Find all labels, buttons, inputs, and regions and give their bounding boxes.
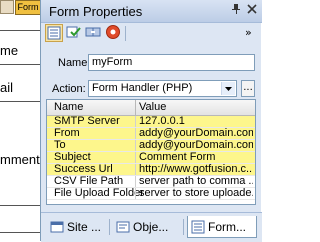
column-header-value[interactable]: Value [139, 101, 166, 113]
property-name: To [54, 139, 66, 151]
toolbar-separator [125, 26, 126, 41]
background-page: Form me ail mments [0, 0, 46, 241]
tab-objects[interactable]: Obje... [113, 216, 181, 238]
tab-separator [183, 219, 184, 235]
page-label-name: me [0, 43, 19, 58]
cell-divider [135, 176, 136, 187]
behaviors-icon[interactable] [65, 24, 83, 42]
name-field[interactable]: myForm [88, 54, 255, 71]
property-name: Subject [54, 151, 91, 163]
panel-titlebar: Form Properties [41, 0, 262, 23]
table-row[interactable]: File Upload Folder server to store upload… [47, 187, 255, 200]
property-name: CSV File Path [54, 175, 124, 187]
panel-title: Form Properties [49, 4, 143, 19]
panel-toolbar: » [45, 24, 258, 44]
help-icon[interactable] [105, 24, 123, 42]
cell-divider [135, 128, 136, 139]
tab-form[interactable]: Form... [187, 216, 257, 238]
tab-separator [109, 219, 110, 235]
column-divider[interactable] [135, 100, 136, 115]
divider [0, 232, 40, 233]
action-browse-button[interactable]: ... [241, 80, 255, 97]
action-select[interactable]: Form Handler (PHP) [88, 80, 237, 97]
property-value[interactable]: addy@yourDomain.com [139, 139, 253, 151]
background-control [0, 0, 14, 14]
divider [0, 101, 40, 102]
action-label: Action: [52, 83, 86, 95]
events-icon[interactable] [85, 24, 103, 42]
property-value[interactable]: Comment Form [139, 151, 253, 163]
property-value[interactable]: 127.0.0.1 [139, 115, 253, 127]
property-value[interactable]: server path to comma ... [139, 175, 253, 187]
properties-grid: Name Value SMTP Server 127.0.0.1 From addy@… [46, 99, 256, 205]
tab-label: Site ... [67, 220, 102, 234]
grid-header: Name Value [47, 100, 255, 116]
property-name: From [54, 127, 80, 139]
name-label: Name: [58, 57, 91, 69]
site-icon [49, 219, 65, 235]
property-value[interactable]: server to store uploade... [139, 187, 253, 199]
cell-divider [135, 116, 136, 127]
page-label-email: ail [0, 80, 14, 95]
form-icon [190, 219, 206, 235]
close-icon[interactable] [245, 3, 259, 17]
cell-divider [135, 188, 136, 199]
property-name: Success Url [54, 163, 113, 175]
action-select-value: Form Handler (PHP) [92, 82, 193, 94]
attributes-view-icon[interactable] [45, 24, 63, 42]
panel-tab-strip: Site ... Obje... Form... [41, 212, 262, 242]
cell-divider [135, 140, 136, 151]
objects-icon [115, 219, 131, 235]
form-tag[interactable]: Form [15, 0, 41, 15]
property-name: File Upload Folder [54, 187, 144, 199]
property-value[interactable]: http://www.gotfusion.c... [139, 163, 253, 175]
tab-site[interactable]: Site ... [47, 216, 107, 238]
divider [0, 64, 40, 65]
cell-divider [135, 164, 136, 175]
column-header-name[interactable]: Name [54, 101, 83, 113]
tab-label: Obje... [133, 220, 169, 234]
property-value[interactable]: addy@yourDomain.com [139, 127, 253, 139]
chevron-down-icon[interactable] [221, 82, 235, 95]
pin-icon[interactable] [229, 3, 243, 17]
form-properties-panel: Form Properties » Name: myForm Action: F… [40, 0, 262, 242]
tab-label: Form... [208, 220, 246, 234]
divider [0, 205, 40, 206]
property-name: SMTP Server [54, 115, 120, 127]
toolbar-overflow-icon[interactable]: » [245, 26, 252, 39]
divider [0, 30, 40, 31]
cell-divider [135, 152, 136, 163]
